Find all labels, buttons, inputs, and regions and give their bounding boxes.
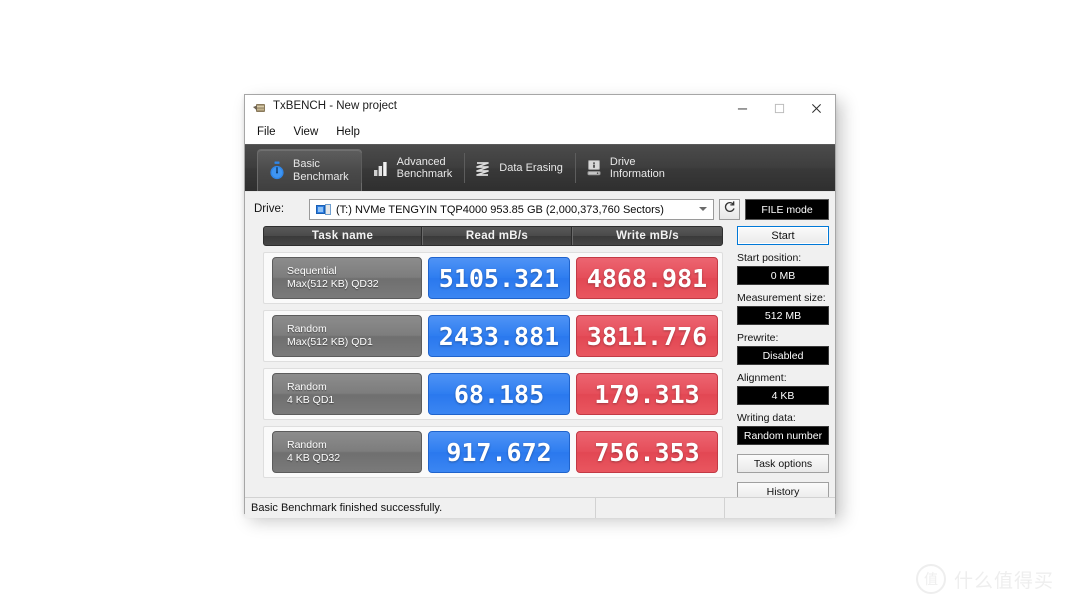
- measurement-size-value[interactable]: 512 MB: [737, 306, 829, 325]
- screenshot-canvas: TxBENCH - New project File View Help Bas…: [0, 0, 1080, 608]
- tab-drive-line1: Drive: [609, 155, 636, 168]
- column-header-read: Read mB/s: [422, 227, 572, 245]
- tab-strip: Basic Benchmark Advanced Benchmark Data …: [245, 144, 835, 191]
- window-title: TxBENCH - New project: [273, 100, 397, 112]
- column-header-write: Write mB/s: [572, 227, 722, 245]
- menu-item-view[interactable]: View: [292, 125, 327, 140]
- watermark: 值 什么值得买: [916, 564, 1054, 594]
- drive-info-icon: [585, 158, 603, 178]
- minimize-button[interactable]: [724, 95, 761, 121]
- drive-icon: [316, 203, 332, 217]
- results-column-headers: Task name Read mB/s Write mB/s: [263, 226, 723, 246]
- status-segment-2: [596, 498, 725, 518]
- tab-data-erasing-label: Data Erasing: [499, 161, 563, 174]
- table-row: Random 4 KB QD1 68.185 179.313: [263, 368, 723, 420]
- window-body: Drive: (T:) NVMe TENGYIN TQP4000 953.85 …: [245, 191, 835, 518]
- task-name-line1: Sequential: [287, 265, 337, 277]
- bar-chart-icon: [372, 158, 390, 178]
- task-name-chip[interactable]: Sequential Max(512 KB) QD32: [272, 257, 422, 299]
- tab-basic-line2: Benchmark: [293, 170, 349, 183]
- refresh-icon: [723, 200, 737, 219]
- table-row: Random 4 KB QD32 917.672 756.353: [263, 426, 723, 478]
- title-bar: TxBENCH - New project: [245, 95, 835, 122]
- chevron-down-icon: [699, 207, 707, 211]
- tab-basic-benchmark[interactable]: Basic Benchmark: [257, 149, 362, 191]
- tab-advanced-line2: Benchmark: [396, 168, 453, 180]
- start-position-label: Start position:: [737, 252, 802, 264]
- task-options-button[interactable]: Task options: [737, 454, 829, 473]
- start-button[interactable]: Start: [737, 226, 829, 245]
- watermark-text: 什么值得买: [954, 569, 1055, 592]
- status-segment-3: [725, 498, 835, 518]
- drive-label: Drive:: [254, 203, 285, 215]
- window-controls: [724, 95, 835, 121]
- close-button[interactable]: [798, 95, 835, 121]
- tab-advanced-benchmark-label: Advanced Benchmark: [397, 156, 453, 181]
- write-value: 179.313: [576, 373, 718, 415]
- read-value: 917.672: [428, 431, 570, 473]
- prewrite-value[interactable]: Disabled: [737, 346, 829, 365]
- writing-data-label: Writing data:: [737, 412, 796, 424]
- watermark-logo-icon: 值: [916, 564, 946, 594]
- write-value: 3811.776: [576, 315, 718, 357]
- tab-drive-line2: Information: [609, 168, 665, 180]
- task-name-line1: Random: [287, 439, 327, 451]
- read-value: 2433.881: [428, 315, 570, 357]
- writing-data-value[interactable]: Random number: [737, 426, 829, 445]
- file-mode-indicator[interactable]: FILE mode: [745, 199, 829, 220]
- task-name-line1: Random: [287, 323, 327, 335]
- write-value: 4868.981: [576, 257, 718, 299]
- task-name-chip[interactable]: Random 4 KB QD32: [272, 431, 422, 473]
- table-row: Random Max(512 KB) QD1 2433.881 3811.776: [263, 310, 723, 362]
- task-name-line2: Max(512 KB) QD1: [287, 336, 373, 348]
- menu-item-file[interactable]: File: [255, 125, 284, 140]
- eraser-wave-icon: [474, 158, 492, 178]
- task-name-line1: Random: [287, 381, 327, 393]
- start-position-value[interactable]: 0 MB: [737, 266, 829, 285]
- task-name-line2: Max(512 KB) QD32: [287, 278, 379, 290]
- read-value: 68.185: [428, 373, 570, 415]
- maximize-button[interactable]: [761, 95, 798, 121]
- tab-advanced-benchmark[interactable]: Advanced Benchmark: [360, 145, 465, 191]
- tab-drive-information-label: Drive Information: [610, 156, 665, 181]
- status-bar: Basic Benchmark finished successfully.: [245, 497, 835, 518]
- measurement-size-label: Measurement size:: [737, 292, 826, 304]
- task-name-line2: 4 KB QD1: [287, 394, 335, 406]
- menu-bar: File View Help: [245, 122, 835, 144]
- results-panel: Task name Read mB/s Write mB/s Sequentia…: [263, 226, 723, 481]
- task-name-chip[interactable]: Random Max(512 KB) QD1: [272, 315, 422, 357]
- drive-selection-row: Drive: (T:) NVMe TENGYIN TQP4000 953.85 …: [245, 199, 835, 221]
- drive-select[interactable]: (T:) NVMe TENGYIN TQP4000 953.85 GB (2,0…: [309, 199, 714, 220]
- menu-item-help[interactable]: Help: [334, 125, 368, 140]
- refresh-button[interactable]: [719, 199, 740, 220]
- status-message: Basic Benchmark finished successfully.: [245, 498, 596, 518]
- alignment-value[interactable]: 4 KB: [737, 386, 829, 405]
- prewrite-label: Prewrite:: [737, 332, 779, 344]
- stopwatch-icon: [268, 161, 286, 181]
- write-value: 756.353: [576, 431, 718, 473]
- column-header-task: Task name: [264, 227, 422, 245]
- settings-panel: Start Start position: 0 MB Measurement s…: [737, 226, 829, 501]
- task-name-chip[interactable]: Random 4 KB QD1: [272, 373, 422, 415]
- txbench-window: TxBENCH - New project File View Help Bas…: [244, 94, 836, 518]
- tab-drive-information[interactable]: Drive Information: [574, 145, 677, 191]
- tab-data-erasing[interactable]: Data Erasing: [464, 145, 575, 191]
- tab-advanced-line1: Advanced: [396, 155, 446, 168]
- read-value: 5105.321: [428, 257, 570, 299]
- table-row: Sequential Max(512 KB) QD32 5105.321 486…: [263, 252, 723, 304]
- tab-basic-line1: Basic: [293, 158, 320, 170]
- drive-select-value: (T:) NVMe TENGYIN TQP4000 953.85 GB (2,0…: [336, 203, 664, 216]
- tab-basic-benchmark-label: Basic Benchmark: [293, 158, 349, 183]
- task-name-line2: 4 KB QD32: [287, 452, 341, 464]
- alignment-label: Alignment:: [737, 372, 787, 384]
- app-icon: [253, 101, 267, 115]
